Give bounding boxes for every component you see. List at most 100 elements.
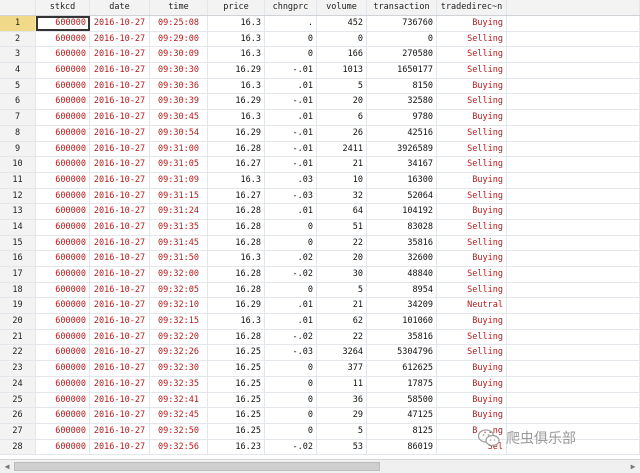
volume-cell[interactable]: 11 [317, 376, 367, 392]
volume-cell[interactable]: 22 [317, 235, 367, 251]
time-cell[interactable]: 09:30:09 [150, 47, 208, 63]
transaction-cell[interactable]: 8125 [367, 423, 437, 439]
table-row[interactable]: 6 600000 2016-10-27 09:30:39 16.29 -.01 20 3258… [0, 94, 640, 111]
price-cell[interactable]: 16.27 [208, 157, 265, 172]
table-row[interactable]: 14 600000 2016-10-27 09:31:35 16.28 0 51 83028 S… [0, 219, 640, 236]
chngprc-cell[interactable]: -.02 [265, 439, 317, 455]
table-row[interactable]: 4 600000 2016-10-27 09:30:30 16.29 -.01 1013 16… [0, 63, 640, 79]
price-cell[interactable]: 16.28 [208, 329, 265, 345]
time-cell[interactable]: 09:30:30 [150, 63, 208, 78]
row-number[interactable]: 14 [0, 219, 36, 235]
row-number[interactable]: 21 [0, 329, 36, 345]
row-number[interactable]: 28 [0, 439, 36, 455]
chngprc-cell[interactable]: -.01 [265, 63, 317, 78]
stkcd-cell[interactable]: 600000 [36, 141, 90, 157]
transaction-cell[interactable]: 42516 [367, 125, 437, 141]
price-cell[interactable]: 16.29 [208, 298, 265, 314]
stkcd-cell[interactable]: 600000 [36, 345, 90, 361]
time-cell[interactable]: 09:32:20 [150, 329, 208, 345]
volume-cell[interactable]: 5 [317, 282, 367, 298]
price-cell[interactable]: 16.25 [208, 376, 265, 392]
transaction-cell[interactable]: 17875 [367, 376, 437, 392]
price-cell[interactable]: 16.25 [208, 423, 265, 439]
table-row[interactable]: 23 600000 2016-10-27 09:32:30 16.25 0 377 61262… [0, 361, 640, 377]
scrollbar-thumb[interactable] [14, 462, 380, 471]
stkcd-cell[interactable]: 600000 [36, 376, 90, 392]
price-cell[interactable]: 16.29 [208, 94, 265, 110]
table-row[interactable]: 3 600000 2016-10-27 09:30:09 16.3 0 166 270580 S… [0, 47, 640, 64]
column-header-volume[interactable]: volume [317, 0, 367, 15]
transaction-cell[interactable]: 58500 [367, 392, 437, 408]
chngprc-cell[interactable]: .01 [265, 298, 317, 314]
row-number[interactable]: 26 [0, 408, 36, 423]
price-cell[interactable]: 16.25 [208, 361, 265, 376]
date-cell[interactable]: 2016-10-27 [90, 141, 150, 157]
volume-cell[interactable]: 22 [317, 329, 367, 345]
time-cell[interactable]: 09:31:45 [150, 235, 208, 251]
table-row[interactable]: 26 600000 2016-10-27 09:32:45 16.25 0 29 47125 B… [0, 408, 640, 424]
transaction-cell[interactable]: 1650177 [367, 63, 437, 78]
chngprc-cell[interactable]: 0 [265, 282, 317, 298]
time-cell[interactable]: 09:32:45 [150, 408, 208, 423]
tradedirection-cell[interactable]: Selling [437, 267, 507, 282]
transaction-cell[interactable]: 86019 [367, 439, 437, 455]
transaction-cell[interactable]: 0 [367, 31, 437, 47]
tradedirection-cell[interactable]: Selling [437, 125, 507, 141]
stkcd-cell[interactable]: 600000 [36, 204, 90, 219]
stkcd-cell[interactable]: 600000 [36, 94, 90, 110]
row-number[interactable]: 3 [0, 47, 36, 63]
date-cell[interactable]: 2016-10-27 [90, 78, 150, 94]
time-cell[interactable]: 09:32:56 [150, 439, 208, 455]
chngprc-cell[interactable]: -.01 [265, 157, 317, 172]
tradedirection-cell[interactable]: Buying [437, 361, 507, 376]
table-row[interactable]: 11 600000 2016-10-27 09:31:09 16.3.03 10 16300… [0, 172, 640, 189]
row-number[interactable]: 24 [0, 376, 36, 392]
date-cell[interactable]: 2016-10-27 [90, 314, 150, 329]
date-cell[interactable]: 2016-10-27 [90, 172, 150, 188]
stkcd-cell[interactable]: 600000 [36, 439, 90, 455]
volume-cell[interactable]: 20 [317, 94, 367, 110]
stkcd-cell[interactable]: 600000 [36, 219, 90, 235]
transaction-cell[interactable]: 52064 [367, 188, 437, 204]
price-cell[interactable]: 16.28 [208, 219, 265, 235]
scroll-right-arrow-icon[interactable]: ▶ [627, 461, 639, 473]
row-number[interactable]: 8 [0, 125, 36, 141]
chngprc-cell[interactable]: .02 [265, 251, 317, 266]
tradedirection-cell[interactable]: Buying [437, 204, 507, 219]
tradedirection-cell[interactable]: Buying [437, 78, 507, 94]
table-row[interactable]: 24 600000 2016-10-27 09:32:35 16.25 0 11 17875 B… [0, 376, 640, 393]
price-cell[interactable]: 16.3 [208, 16, 265, 31]
stkcd-cell[interactable]: 600000 [36, 267, 90, 282]
tradedirection-cell[interactable]: Selling [437, 188, 507, 204]
volume-cell[interactable]: 53 [317, 439, 367, 455]
chngprc-cell[interactable]: .03 [265, 172, 317, 188]
transaction-cell[interactable]: 5304796 [367, 345, 437, 361]
table-row[interactable]: 2 600000 2016-10-27 09:29:00 16.3 0 0 0 Selling [0, 31, 640, 48]
volume-cell[interactable]: 29 [317, 408, 367, 423]
row-number[interactable]: 6 [0, 94, 36, 110]
table-row[interactable]: 22 600000 2016-10-27 09:32:26 16.25 -.03 3264 5… [0, 345, 640, 362]
stkcd-cell[interactable]: 600000 [36, 251, 90, 266]
chngprc-cell[interactable]: 0 [265, 376, 317, 392]
column-header-price[interactable]: price [208, 0, 265, 15]
time-cell[interactable]: 09:32:35 [150, 376, 208, 392]
time-cell[interactable]: 09:31:50 [150, 251, 208, 266]
row-number[interactable]: 18 [0, 282, 36, 298]
table-row[interactable]: 16 600000 2016-10-27 09:31:50 16.3.02 20 32600… [0, 251, 640, 267]
time-cell[interactable]: 09:31:15 [150, 188, 208, 204]
price-cell[interactable]: 16.25 [208, 408, 265, 423]
price-cell[interactable]: 16.3 [208, 251, 265, 266]
column-header-stkcd[interactable]: stkcd [36, 0, 90, 15]
time-cell[interactable]: 09:31:35 [150, 219, 208, 235]
date-cell[interactable]: 2016-10-27 [90, 235, 150, 251]
price-cell[interactable]: 16.3 [208, 78, 265, 94]
time-cell[interactable]: 09:32:30 [150, 361, 208, 376]
tradedirection-cell[interactable]: Selling [437, 141, 507, 157]
table-row[interactable]: 5 600000 2016-10-27 09:30:36 16.3.01 5 8150 Buy… [0, 78, 640, 95]
volume-cell[interactable]: 10 [317, 172, 367, 188]
volume-cell[interactable]: 5 [317, 78, 367, 94]
date-cell[interactable]: 2016-10-27 [90, 408, 150, 423]
date-cell[interactable]: 2016-10-27 [90, 251, 150, 266]
chngprc-cell[interactable]: 0 [265, 47, 317, 63]
chngprc-cell[interactable]: 0 [265, 423, 317, 439]
